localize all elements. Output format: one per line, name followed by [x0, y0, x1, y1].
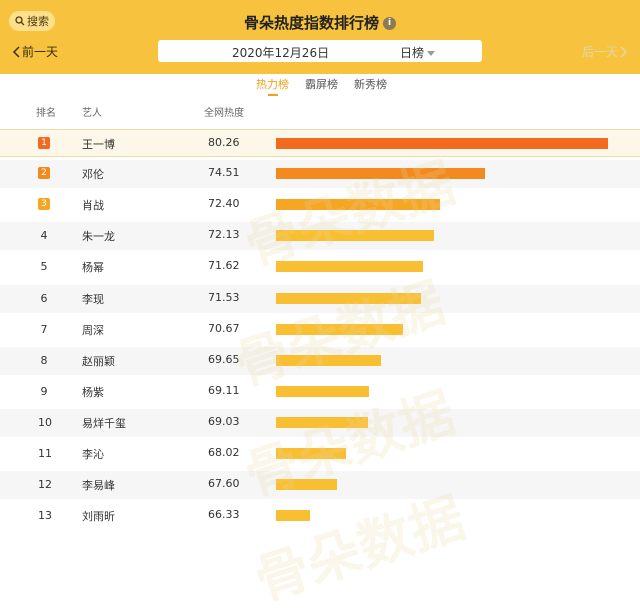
- heat-bar: [276, 230, 435, 242]
- table-row[interactable]: 7 周深 70.67: [0, 316, 640, 344]
- rank-label: 4: [40, 229, 48, 243]
- rank-label: 13: [38, 509, 52, 523]
- heat-bar: [276, 354, 382, 366]
- score-label: 70.67: [208, 321, 240, 335]
- artist-name: 刘雨昕: [82, 510, 115, 524]
- next-day-button[interactable]: 后一天: [582, 43, 628, 60]
- score-label: 74.51: [208, 166, 240, 180]
- rank-label: 3: [38, 198, 50, 211]
- score-label: 80.26: [208, 136, 240, 149]
- next-day-label: 后一天: [581, 45, 618, 59]
- rank-label: 6: [40, 291, 48, 305]
- heat-bar: [276, 510, 310, 522]
- period-select[interactable]: 日榜: [400, 44, 436, 61]
- heat-bar: [276, 292, 422, 304]
- caret-down-icon: [427, 51, 436, 56]
- artist-name: 邓伦: [82, 168, 104, 182]
- artist-name: 杨幂: [82, 261, 104, 275]
- page-title: 骨朵热度指数排行榜 i: [0, 12, 640, 33]
- artist-name: 肖战: [82, 199, 104, 213]
- prev-day-label: 前一天: [22, 45, 59, 59]
- heat-bar: [276, 416, 368, 428]
- rank-label: 5: [40, 260, 48, 274]
- rank-label: 10: [38, 415, 52, 429]
- prev-day-button[interactable]: 前一天: [12, 43, 58, 60]
- table-row[interactable]: 4 朱一龙 72.13: [0, 222, 640, 251]
- table-row[interactable]: 1 王一博 80.26: [0, 129, 640, 157]
- active-tab-indicator: [268, 94, 278, 96]
- rank-label: 8: [40, 353, 48, 367]
- score-label: 69.03: [208, 414, 240, 428]
- tab-newcomer[interactable]: 新秀榜: [354, 76, 387, 92]
- tab-heat[interactable]: 热力榜: [256, 76, 289, 92]
- artist-name: 王一博: [82, 138, 115, 151]
- score-label: 71.53: [208, 290, 240, 304]
- heat-bar: [276, 385, 370, 397]
- table-row[interactable]: 3 肖战 72.40: [0, 191, 640, 219]
- heat-bar: [276, 199, 440, 211]
- score-label: 68.02: [208, 446, 240, 459]
- artist-name: 易烊千玺: [82, 416, 126, 430]
- artist-name: 周深: [82, 323, 104, 337]
- chevron-right-icon: [620, 45, 628, 58]
- table-row[interactable]: 12 李易峰 67.60: [0, 471, 640, 500]
- table-row[interactable]: 11 李沁 68.02: [0, 440, 640, 468]
- table-row[interactable]: 6 李现 71.53: [0, 284, 640, 313]
- table-row[interactable]: 2 邓伦 74.51: [0, 160, 640, 189]
- artist-name: 李易峰: [82, 479, 115, 493]
- heat-bar: [276, 138, 608, 149]
- table-row[interactable]: 5 杨幂 71.62: [0, 253, 640, 281]
- heat-bar: [276, 323, 403, 335]
- rank-label: 7: [40, 322, 48, 336]
- column-artist: 艺人: [82, 108, 102, 119]
- date-selector[interactable]: 2020年12月26日 日榜: [158, 40, 482, 62]
- chevron-left-icon: [12, 45, 20, 58]
- table-row[interactable]: 9 杨紫 69.11: [0, 378, 640, 406]
- score-label: 69.65: [208, 352, 240, 366]
- date-label: 2020年12月26日: [232, 46, 330, 60]
- heat-bar: [276, 479, 338, 491]
- table-row[interactable]: 8 赵丽颖 69.65: [0, 346, 640, 375]
- info-icon[interactable]: i: [383, 17, 396, 30]
- table-row[interactable]: 13 刘雨昕 66.33: [0, 502, 640, 530]
- table-row[interactable]: 10 易烊千玺 69.03: [0, 408, 640, 437]
- artist-name: 朱一龙: [82, 230, 115, 244]
- column-rank: 排名: [36, 108, 56, 119]
- rank-label: 9: [40, 384, 48, 398]
- score-label: 72.13: [208, 228, 240, 242]
- artist-name: 李现: [82, 292, 104, 306]
- score-label: 66.33: [208, 508, 240, 522]
- heat-bar: [276, 448, 347, 459]
- score-label: 69.11: [208, 383, 240, 397]
- rank-label: 12: [38, 478, 52, 492]
- artist-name: 杨紫: [82, 385, 104, 399]
- artist-name: 李沁: [82, 448, 104, 461]
- rank-label: 1: [38, 137, 50, 149]
- heat-bar: [276, 168, 485, 180]
- score-label: 67.60: [208, 477, 240, 491]
- rank-label: 2: [38, 167, 50, 180]
- tab-screen[interactable]: 霸屏榜: [305, 76, 338, 92]
- rank-label: 11: [38, 447, 52, 460]
- column-score: 全网热度: [204, 108, 244, 119]
- tab-bar: 热力榜 霸屏榜 新秀榜: [0, 76, 640, 98]
- score-label: 71.62: [208, 259, 240, 273]
- header-bar: 搜索 骨朵热度指数排行榜 i 前一天 2020年12月26日 日榜 后一天: [0, 0, 640, 74]
- heat-bar: [276, 261, 424, 273]
- artist-name: 赵丽颖: [82, 354, 115, 368]
- score-label: 72.40: [208, 197, 240, 211]
